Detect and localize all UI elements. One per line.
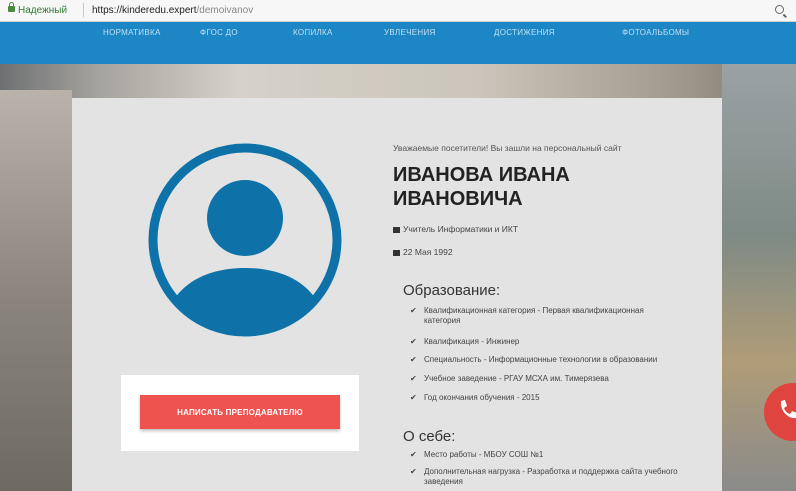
nav-item-dostizheniya[interactable]: ДОСТИЖЕНИЯ [494, 28, 555, 37]
contact-teacher-button[interactable]: НАПИСАТЬ ПРЕПОДАВАТЕЛЮ [140, 395, 340, 429]
check-icon: ✔ [410, 374, 417, 383]
teacher-name: ИВАНОВА ИВАНА ИВАНОВИЧА [393, 163, 570, 211]
nav-item-normativka[interactable]: НОРМАТИВКА [103, 28, 161, 37]
briefcase-icon [393, 226, 400, 233]
about-title: О себе: [403, 428, 456, 445]
check-icon: ✔ [410, 393, 417, 402]
check-icon: ✔ [410, 355, 417, 364]
search-icon[interactable] [775, 5, 784, 14]
lock-icon [8, 2, 15, 12]
teacher-name-line2: ИВАНОВИЧА [393, 188, 523, 210]
education-title: Образование: [403, 282, 501, 299]
secure-label: Надежный [18, 5, 68, 16]
phone-icon [780, 400, 796, 419]
education-item: ✔ Квалификация - Инжинер [410, 337, 520, 346]
background-photo-left [0, 90, 72, 491]
position-row: Учитель Информатики и ИКТ [393, 224, 518, 234]
education-item: ✔ Учебное заведение - РГАУ МСХА им. Тиме… [410, 374, 609, 383]
about-item: ✔ Место работы - МБОУ СОШ №1 [410, 450, 544, 459]
address-separator [83, 3, 84, 17]
about-item: ✔ Дополнительная нагрузка - Разработка и… [410, 467, 678, 486]
site-nav: НОРМАТИВКА ФГОС ДО КОПИЛКА УВЛЕЧЕНИЯ ДОС… [0, 22, 796, 64]
url-path: /demoivanov [196, 5, 254, 16]
position-text: Учитель Информатики и ИКТ [403, 224, 519, 234]
browser-address-bar[interactable]: Надежный https://kinderedu.expert/demoiv… [0, 0, 796, 22]
avatar-placeholder-icon [148, 143, 342, 337]
check-icon: ✔ [410, 467, 417, 476]
birthday-cake-icon [393, 249, 400, 256]
nav-item-fotoalbomy[interactable]: ФОТОАЛЬБОМЫ [622, 28, 689, 37]
education-item: ✔ Специальность - Информационные техноло… [410, 355, 658, 364]
check-icon: ✔ [410, 337, 417, 346]
birthdate-row: 22 Мая 1992 [393, 247, 453, 257]
greeting-text: Уважаемые посетители! Вы зашли на персон… [393, 143, 622, 153]
nav-item-kopilka[interactable]: КОПИЛКА [293, 28, 333, 37]
education-item: ✔ Квалификационная категория - Первая кв… [410, 306, 644, 325]
check-icon: ✔ [410, 306, 417, 315]
check-icon: ✔ [410, 450, 417, 459]
nav-item-fgos[interactable]: ФГОС ДО [200, 28, 238, 37]
url-host: https://kinderedu.expert [92, 5, 197, 16]
teacher-name-line1: ИВАНОВА ИВАНА [393, 164, 570, 186]
birthdate-text: 22 Мая 1992 [403, 247, 453, 257]
nav-item-uvlecheniya[interactable]: УВЛЕЧЕНИЯ [384, 28, 436, 37]
education-item: ✔ Год окончания обучения - 2015 [410, 393, 540, 402]
url-text[interactable]: https://kinderedu.expert/demoivanov [92, 5, 253, 16]
contact-button-container: НАПИСАТЬ ПРЕПОДАВАТЕЛЮ [121, 375, 359, 451]
